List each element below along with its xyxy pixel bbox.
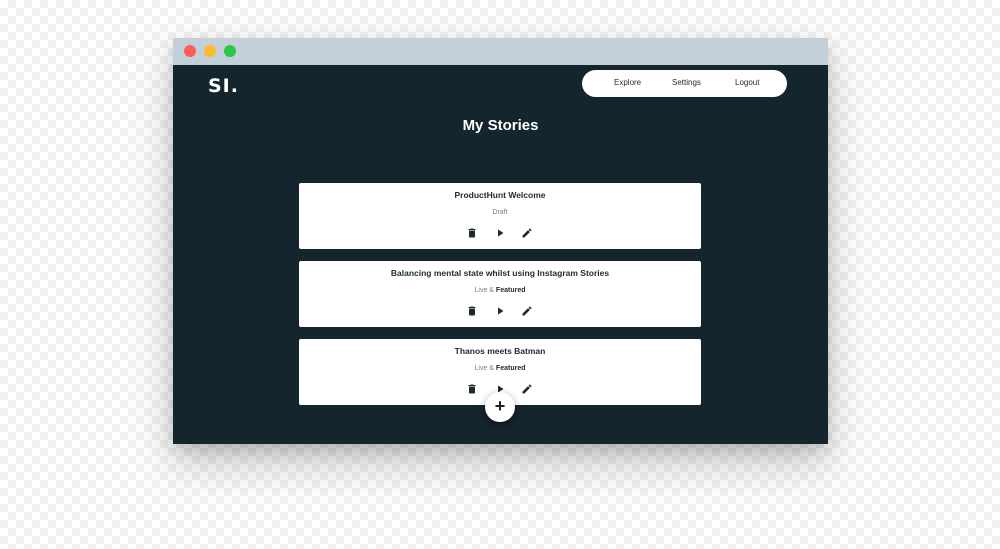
maximize-window-button[interactable]	[224, 45, 236, 57]
window-titlebar	[173, 38, 828, 65]
trash-icon[interactable]	[466, 227, 478, 239]
story-status: Live & Featured	[299, 365, 701, 372]
story-status-text: Draft	[492, 209, 508, 216]
trash-icon[interactable]	[466, 305, 478, 317]
nav-logout[interactable]: Logout	[735, 78, 759, 87]
minimize-window-button[interactable]	[204, 45, 216, 57]
trash-icon[interactable]	[466, 383, 478, 395]
logo[interactable]: SI.	[208, 75, 239, 97]
story-card: ProductHunt Welcome Draft	[299, 183, 701, 249]
story-status-text: Live &	[474, 365, 496, 372]
story-title: Thanos meets Batman	[454, 346, 546, 356]
story-featured-label: Featured	[495, 365, 526, 372]
pencil-icon[interactable]	[521, 383, 533, 395]
nav-bar: Explore Settings Logout	[582, 70, 787, 97]
play-icon[interactable]	[494, 227, 506, 239]
story-title: ProductHunt Welcome	[454, 190, 546, 200]
story-title: Balancing mental state whilst using Inst…	[390, 268, 610, 278]
app-content: SI. Explore Settings Logout My Stories P…	[173, 65, 828, 444]
nav-explore[interactable]: Explore	[614, 78, 641, 87]
add-story-button[interactable]: +	[485, 392, 515, 422]
nav-settings[interactable]: Settings	[672, 78, 701, 87]
browser-window: SI. Explore Settings Logout My Stories P…	[173, 38, 828, 444]
story-card: Balancing mental state whilst using Inst…	[299, 261, 701, 327]
story-actions	[299, 227, 701, 239]
story-featured-label: Featured	[495, 287, 526, 294]
story-actions	[299, 305, 701, 317]
story-status: Draft	[299, 209, 701, 216]
story-status: Live & Featured	[299, 287, 701, 294]
page-title: My Stories	[462, 117, 539, 134]
pencil-icon[interactable]	[521, 305, 533, 317]
story-status-text: Live &	[474, 287, 496, 294]
pencil-icon[interactable]	[521, 227, 533, 239]
play-icon[interactable]	[494, 305, 506, 317]
close-window-button[interactable]	[184, 45, 196, 57]
